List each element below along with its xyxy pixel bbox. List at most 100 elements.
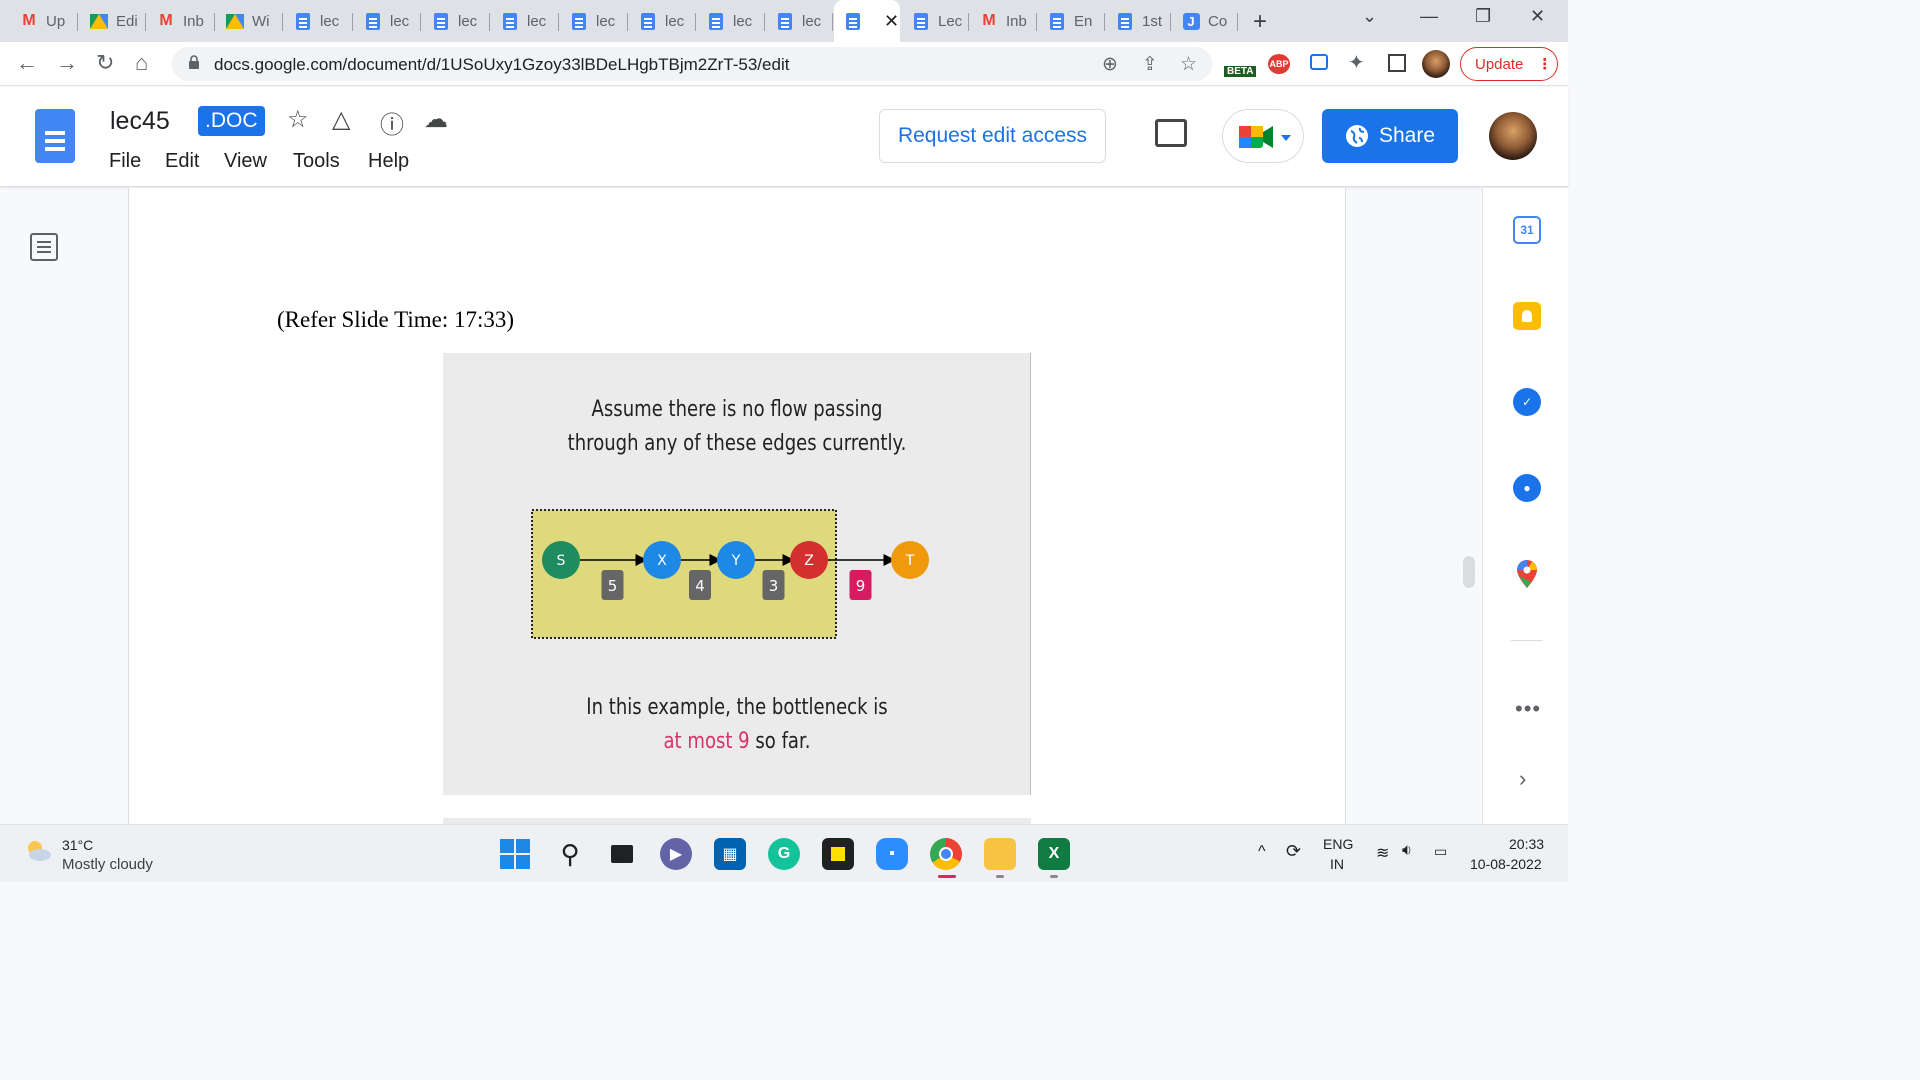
info-icon[interactable]: ⓘ: [380, 105, 404, 140]
menu-help[interactable]: Help: [368, 150, 409, 173]
file-explorer-icon[interactable]: [984, 838, 1016, 870]
docs-logo-icon[interactable]: [35, 109, 75, 163]
slide-bottom-text: In this example, the bottleneck is at mo…: [586, 695, 888, 754]
more-addons-icon[interactable]: •••: [1515, 696, 1541, 722]
browser-tab[interactable]: J Co: [1172, 6, 1238, 36]
task-view-icon[interactable]: [606, 838, 638, 870]
clock-time[interactable]: 20:33: [1509, 836, 1544, 852]
tab-label: Inb: [183, 12, 204, 30]
new-tab-button[interactable]: +: [1253, 8, 1267, 36]
excel-icon[interactable]: X: [1038, 838, 1070, 870]
back-icon[interactable]: ←: [16, 50, 38, 76]
close-tab-icon[interactable]: ✕: [884, 11, 899, 32]
browser-tab[interactable]: M Inb: [147, 6, 215, 36]
side-panel-icon[interactable]: [1388, 54, 1406, 72]
browser-tab[interactable]: lec: [354, 6, 421, 36]
globe-icon: [1345, 125, 1368, 147]
zoom-icon[interactable]: ⊕: [1102, 53, 1118, 76]
comment-history-icon[interactable]: [1155, 119, 1187, 147]
minimize-button[interactable]: —: [1420, 6, 1438, 27]
tasks-icon[interactable]: ✓: [1513, 388, 1541, 416]
browser-tab[interactable]: lec: [560, 6, 628, 36]
tab-strip: M Up Edi M Inb Wi lec lec lec lec lec lec lec lec ✕ Lec…: [0, 0, 1568, 42]
docs-header: lec45 .DOC ☆ △ ⓘ ☁ File Edit View Tools …: [0, 87, 1568, 187]
browser-tab[interactable]: M Inb: [970, 6, 1037, 36]
browser-tab[interactable]: 1st: [1106, 6, 1171, 36]
profile-avatar[interactable]: [1422, 50, 1450, 78]
address-bar[interactable]: docs.google.com/document/d/1USoUxy1Gzoy3…: [172, 47, 1212, 81]
browser-tab[interactable]: Lec: [902, 6, 969, 36]
scrollbar-thumb[interactable]: [1463, 556, 1475, 588]
sticky-notes-icon[interactable]: [822, 838, 854, 870]
calendar-icon[interactable]: 31: [1513, 216, 1541, 244]
screen-capture-extension-icon[interactable]: [1310, 54, 1328, 70]
extensions-puzzle-icon[interactable]: ✦: [1348, 50, 1365, 75]
tab-label: lec: [802, 12, 822, 30]
tab-separator: [1104, 13, 1105, 31]
beta-extension-icon[interactable]: BETA: [1224, 66, 1257, 77]
edge-capacity-label: 3: [769, 577, 779, 595]
menu-view[interactable]: View: [224, 150, 267, 173]
browser-tab[interactable]: lec: [491, 6, 559, 36]
star-icon[interactable]: ☆: [287, 105, 309, 134]
browser-tab[interactable]: ✕: [834, 0, 900, 42]
meet-button[interactable]: [1222, 109, 1304, 163]
battery-icon[interactable]: ▭: [1434, 843, 1447, 860]
account-avatar[interactable]: [1489, 112, 1537, 160]
menu-edit[interactable]: Edit: [165, 150, 199, 173]
browser-tab[interactable]: lec: [284, 6, 353, 36]
document-outline-icon[interactable]: [30, 233, 58, 261]
browser-tab[interactable]: lec: [766, 6, 833, 36]
search-icon[interactable]: ⚲: [554, 838, 586, 870]
home-icon[interactable]: ⌂: [135, 50, 148, 76]
keep-icon[interactable]: [1513, 302, 1541, 330]
zoom-icon[interactable]: ▪: [876, 838, 908, 870]
browser-tab[interactable]: lec: [629, 6, 696, 36]
gmail-icon: M: [159, 12, 173, 29]
store-icon[interactable]: ▦: [714, 838, 746, 870]
side-panel-divider: [1511, 640, 1543, 641]
close-window-button[interactable]: ✕: [1530, 6, 1545, 27]
wifi-icon[interactable]: ≋: [1376, 843, 1389, 863]
share-button[interactable]: Share: [1322, 109, 1458, 163]
j-icon: J: [1182, 12, 1200, 30]
windows-start-icon[interactable]: [499, 838, 531, 870]
reload-icon[interactable]: ↻: [96, 50, 114, 76]
tab-search-icon[interactable]: ⌄: [1362, 6, 1377, 27]
restore-button[interactable]: ❐: [1475, 6, 1491, 27]
browser-tab[interactable]: Wi: [216, 6, 283, 36]
doc-title[interactable]: lec45: [110, 107, 170, 136]
chrome-icon[interactable]: [930, 838, 962, 870]
input-language-top[interactable]: ENG: [1323, 836, 1353, 852]
grammarly-icon[interactable]: G: [768, 838, 800, 870]
tab-separator: [627, 13, 628, 31]
contacts-icon[interactable]: ●: [1513, 474, 1541, 502]
expand-panel-icon[interactable]: ›: [1519, 766, 1526, 792]
show-hidden-icons-icon[interactable]: ^: [1258, 843, 1266, 861]
tab-label: Edi: [116, 12, 138, 30]
refer-slide-time: (Refer Slide Time: 17:33): [277, 307, 515, 332]
clock-date[interactable]: 10-08-2022: [1470, 856, 1542, 872]
browser-tab[interactable]: lec: [422, 6, 490, 36]
browser-tab[interactable]: M Up: [10, 6, 78, 36]
update-button[interactable]: Update ⋮: [1460, 47, 1558, 81]
docs-icon: [432, 12, 450, 30]
move-to-drive-icon[interactable]: △: [332, 105, 350, 134]
menu-tools[interactable]: Tools: [293, 150, 340, 173]
request-edit-access-button[interactable]: Request edit access: [879, 109, 1106, 163]
teams-chat-icon[interactable]: ▶: [660, 838, 692, 870]
browser-tab[interactable]: lec: [697, 6, 765, 36]
adblock-extension-icon[interactable]: ABP: [1268, 54, 1290, 74]
maps-icon[interactable]: [1513, 560, 1541, 588]
cloud-status-icon[interactable]: ☁: [424, 105, 448, 134]
sync-status-icon[interactable]: ⟳: [1286, 841, 1301, 862]
browser-tab[interactable]: En: [1038, 6, 1105, 36]
forward-icon[interactable]: →: [56, 50, 78, 76]
volume-icon[interactable]: 🔉︎: [1402, 842, 1412, 860]
explorer-running-indicator: [996, 875, 1004, 878]
input-language-bottom[interactable]: IN: [1330, 856, 1344, 872]
share-page-icon[interactable]: ⇪: [1142, 53, 1158, 76]
browser-tab[interactable]: Edi: [80, 6, 146, 36]
bookmark-star-icon[interactable]: ☆: [1180, 53, 1197, 76]
menu-file[interactable]: File: [109, 150, 141, 173]
